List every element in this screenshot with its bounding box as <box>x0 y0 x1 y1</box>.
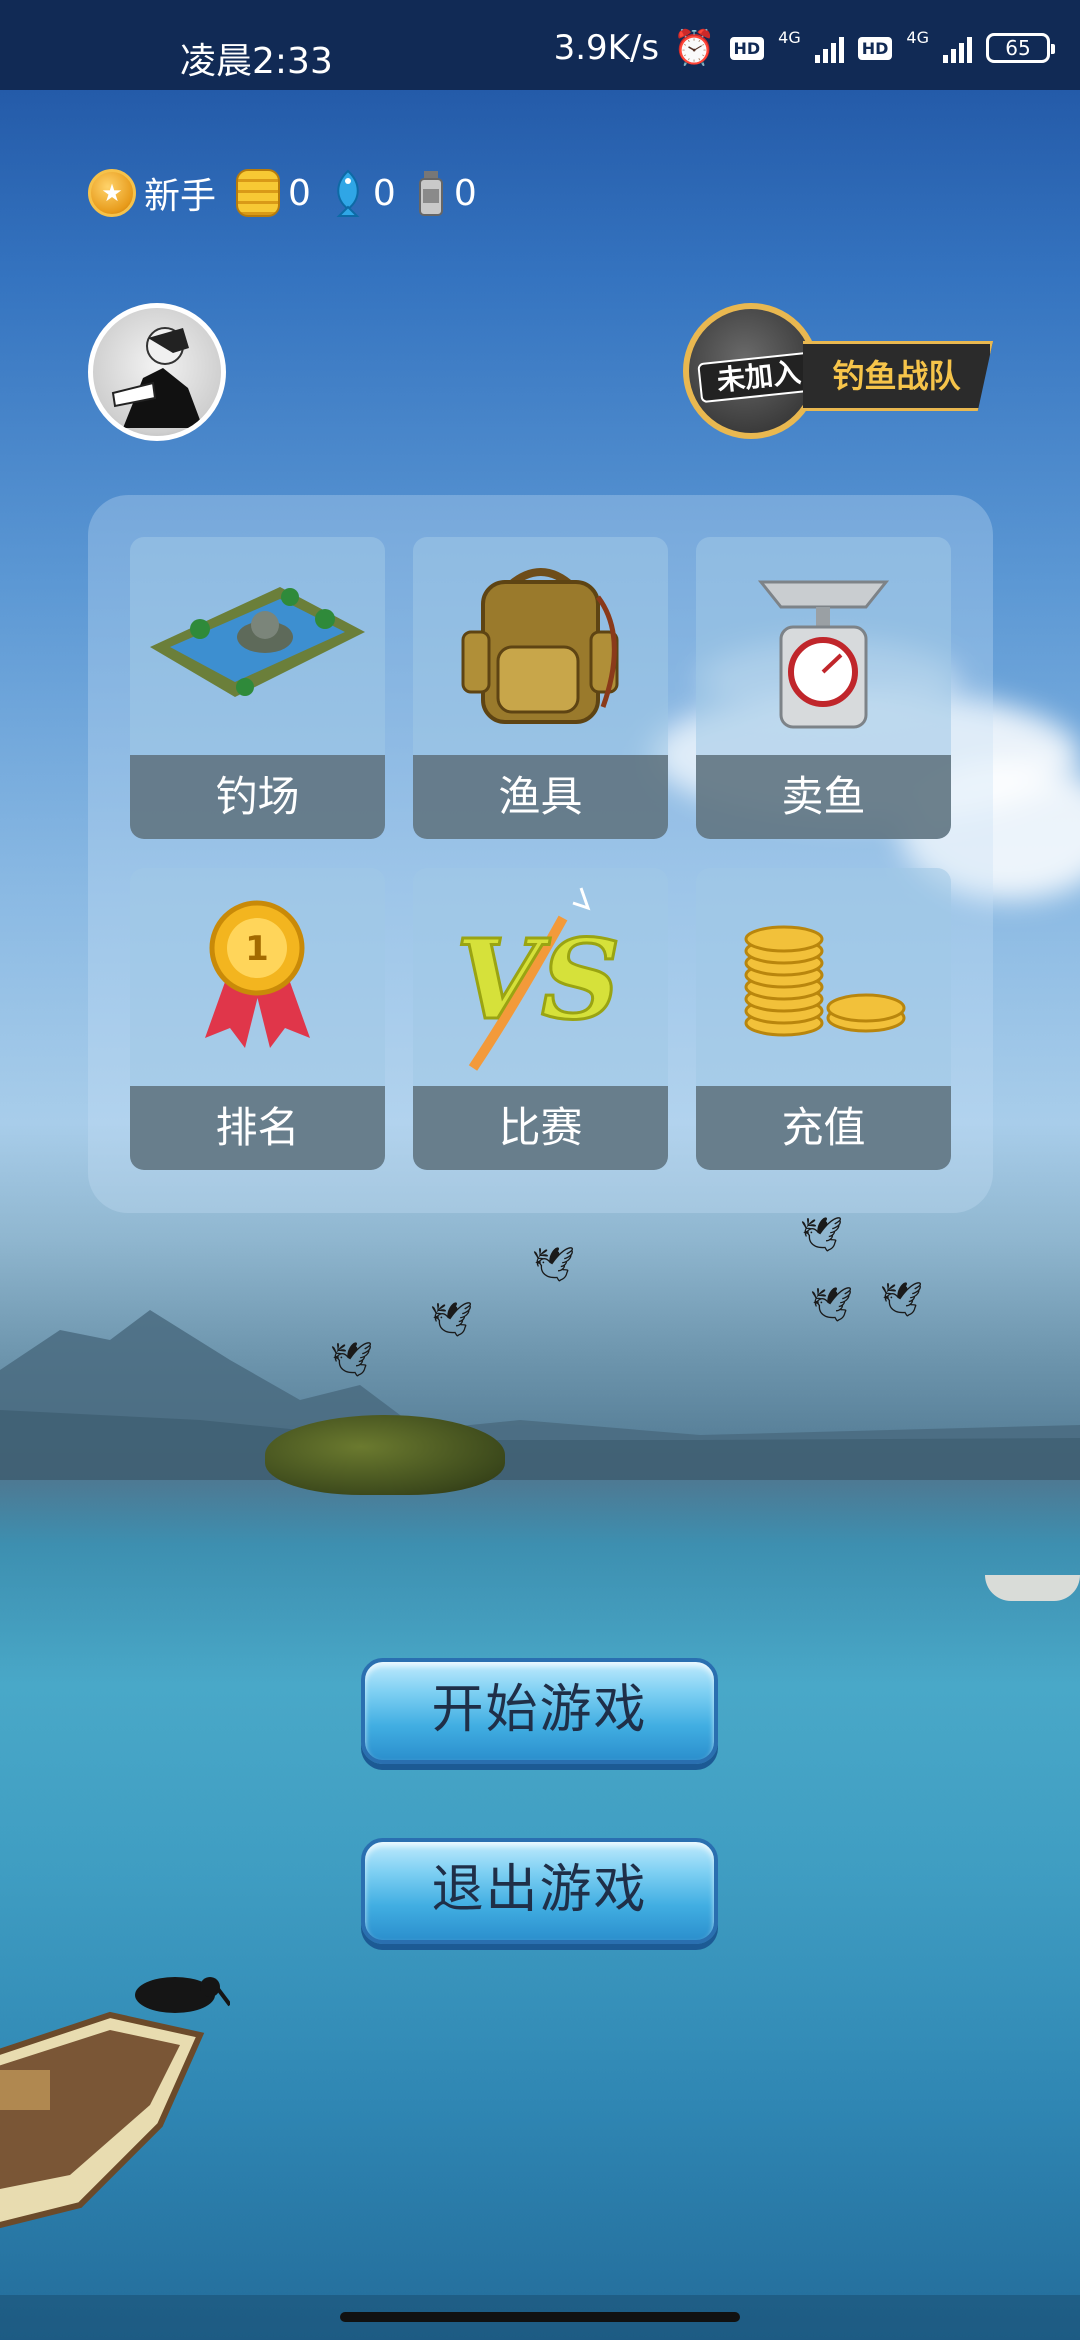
bird: 🕊 <box>430 1300 474 1340</box>
fishing-team-badge[interactable]: 未加入 钓鱼战队 <box>683 303 993 439</box>
fish-icon <box>336 169 360 217</box>
tile-label: 渔具 <box>413 755 668 839</box>
menu-tile-ranking[interactable]: 1 排名 <box>130 868 385 1170</box>
coin-stat: 0 <box>236 169 311 217</box>
home-indicator[interactable] <box>340 2312 740 2322</box>
tile-label: 充值 <box>696 1086 951 1170</box>
network-type: 4G <box>906 28 929 47</box>
vs-icon: VS <box>454 887 622 1071</box>
team-name: 钓鱼战队 <box>803 341 993 411</box>
network-type: 4G <box>778 28 801 47</box>
main-menu-panel: 钓场 渔具 卖鱼 1 排名 VS 比赛 充值 <box>88 495 993 1213</box>
team-emblem: 未加入 <box>683 303 821 439</box>
svg-text:1: 1 <box>245 929 269 969</box>
tile-label: 比赛 <box>413 1086 668 1170</box>
bait-count: 0 <box>453 172 477 214</box>
rock-island <box>265 1415 505 1495</box>
menu-tile-competition[interactable]: VS 比赛 <box>413 868 668 1170</box>
small-boat <box>985 1575 1080 1601</box>
bait-stat: 0 <box>416 169 477 217</box>
player-stats: ★ 新手 0 0 0 <box>88 165 497 221</box>
bird: 🕊 <box>880 1280 924 1320</box>
hd-badge: HD <box>857 36 893 60</box>
star-level-icon: ★ <box>88 169 136 217</box>
battery-icon: 65 <box>986 33 1055 63</box>
tile-label: 卖鱼 <box>696 755 951 839</box>
bird: 🕊 <box>532 1245 576 1285</box>
bait-bottle-icon <box>418 171 443 216</box>
status-time: 凌晨2:33 <box>180 41 333 82</box>
level-label: 新手 <box>144 176 217 217</box>
avatar-image <box>111 327 203 428</box>
signal-icon <box>943 33 972 63</box>
level-stat: ★ 新手 <box>88 167 216 219</box>
exit-game-button[interactable]: 退出游戏 <box>361 1838 718 1944</box>
network-speed: 3.9K/s <box>553 28 660 68</box>
backpack-icon <box>461 568 619 724</box>
coin-count: 0 <box>288 172 311 214</box>
svg-text:VS: VS <box>456 915 621 1044</box>
menu-tile-sell-fish[interactable]: 卖鱼 <box>696 537 951 839</box>
signal-icon <box>814 33 844 63</box>
medal-icon: 1 <box>205 900 310 1048</box>
fishing-pond-icon <box>150 587 365 697</box>
fish-count: 0 <box>372 172 396 214</box>
scale-icon <box>757 580 890 729</box>
alarm-icon: ⏰ <box>673 28 716 68</box>
bird: 🕊 <box>330 1340 374 1380</box>
start-game-button[interactable]: 开始游戏 <box>361 1658 718 1764</box>
hd-badge: HD <box>729 36 765 60</box>
status-icons: 3.9K/s ⏰ HD 4G HD 4G 65 <box>553 28 1055 68</box>
tile-label: 排名 <box>130 1086 385 1170</box>
menu-tile-tackle[interactable]: 渔具 <box>413 537 668 839</box>
menu-tile-recharge[interactable]: 充值 <box>696 868 951 1170</box>
team-status: 未加入 <box>697 350 821 404</box>
coin-icon <box>236 169 281 217</box>
fish-stat: 0 <box>331 169 396 217</box>
bird: 🕊 <box>800 1215 844 1255</box>
player-avatar[interactable] <box>88 303 226 441</box>
tile-label: 钓场 <box>130 755 385 839</box>
boat-with-bird <box>0 1977 230 2229</box>
gold-coins-icon <box>744 925 906 1037</box>
bird: 🕊 <box>810 1285 854 1325</box>
menu-tile-fishing-ground[interactable]: 钓场 <box>130 537 385 839</box>
status-bar: 凌晨2:33 3.9K/s ⏰ HD 4G HD 4G 65 <box>0 0 1080 90</box>
